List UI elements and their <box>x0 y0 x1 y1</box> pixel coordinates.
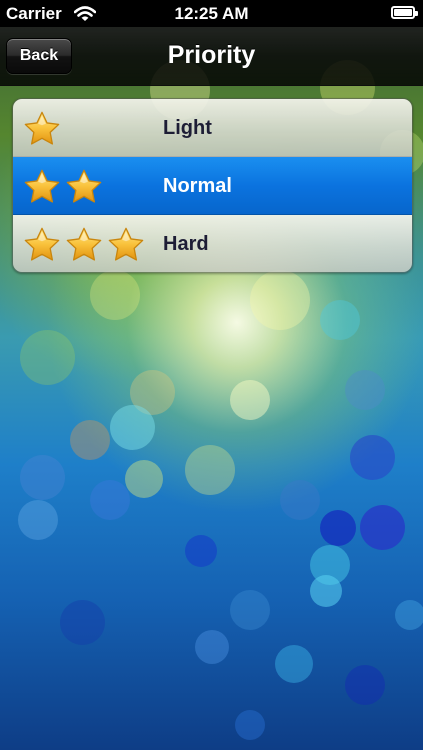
status-bar: Carrier 12:25 AM <box>0 0 423 27</box>
clock: 12:25 AM <box>174 4 249 23</box>
star-icon <box>24 227 60 261</box>
priority-list: Light Normal Hard <box>12 98 413 273</box>
star-rating <box>23 226 145 264</box>
priority-option-hard[interactable]: Hard <box>13 215 412 272</box>
priority-label: Hard <box>163 233 209 255</box>
star-icon <box>66 227 102 261</box>
star-icon <box>108 227 144 261</box>
star-rating <box>23 110 61 148</box>
priority-option-light[interactable]: Light <box>13 99 412 157</box>
star-icon <box>66 169 102 203</box>
priority-label: Light <box>163 117 212 139</box>
star-rating <box>23 168 103 206</box>
star-icon <box>24 111 60 145</box>
navigation-bar: Priority Back <box>0 27 423 86</box>
priority-option-normal[interactable]: Normal <box>13 157 412 215</box>
priority-screen: Carrier 12:25 AM Priority Back Light Nor… <box>0 0 423 750</box>
star-icon <box>24 169 60 203</box>
battery-icon <box>391 6 418 19</box>
priority-label: Normal <box>163 175 232 197</box>
back-button[interactable]: Back <box>6 38 72 74</box>
